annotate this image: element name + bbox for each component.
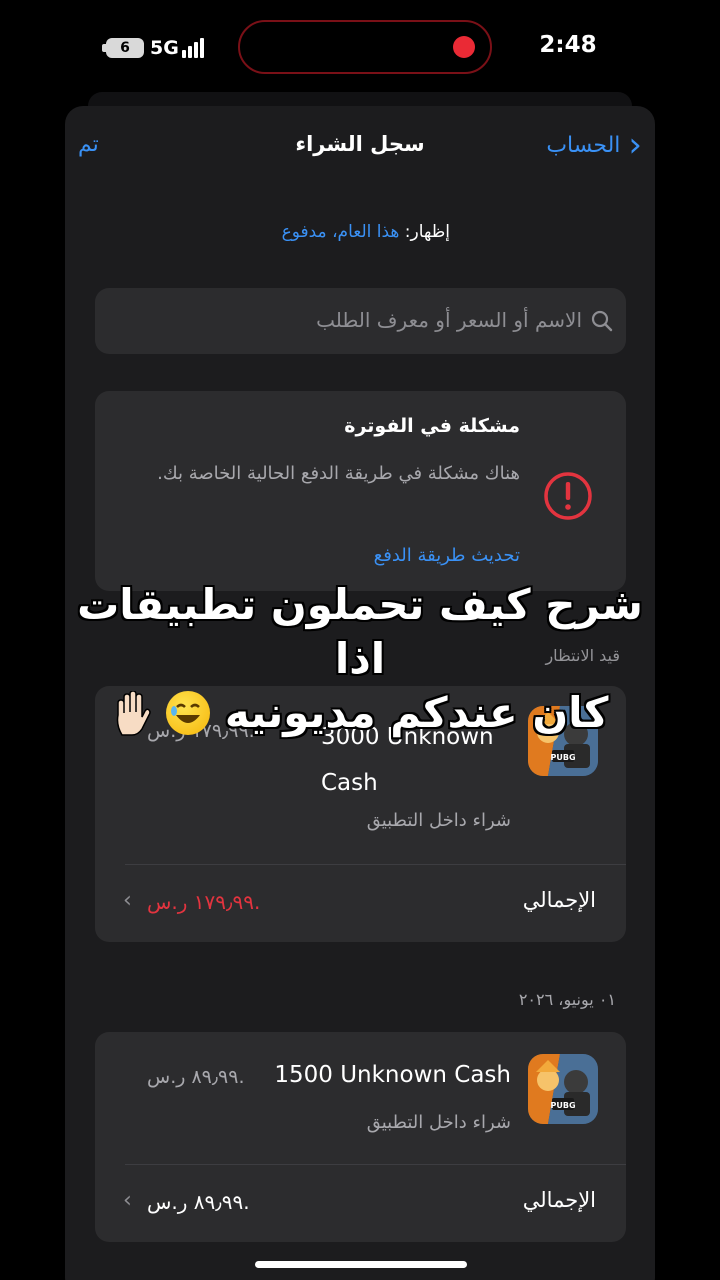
purchase-date: ٠١ يونيو، ٢٠٢٦ — [518, 990, 616, 1009]
purchase-type: شراء داخل التطبيق — [366, 1112, 511, 1133]
recording-indicator-icon — [453, 36, 475, 58]
done-button[interactable]: تم — [78, 132, 99, 157]
filter-label: إظهار: — [399, 222, 450, 242]
home-indicator[interactable] — [255, 1261, 467, 1268]
purchase-title: 1500 Unknown Cash — [274, 1062, 511, 1088]
caption-line-1: شرح كيف تحملون تطبيقات اذا — [77, 580, 643, 683]
total-price: ٨٩٫٩٩ ر.س. — [147, 1190, 250, 1214]
total-price: ١٧٩٫٩٩ ر.س. — [147, 890, 261, 914]
search-field[interactable]: الاسم أو السعر أو معرف الطلب — [95, 288, 626, 354]
svg-text:PUBG: PUBG — [550, 1101, 575, 1110]
network-type: 5G — [150, 37, 179, 59]
status-time: 2:48 — [539, 32, 597, 58]
signal-icon — [182, 38, 212, 58]
purchase-price: ٨٩٫٩٩ ر.س. — [147, 1066, 245, 1088]
pubg-mobile-app-icon: PUBG — [528, 1054, 598, 1124]
account-back-button[interactable]: الحساب › — [546, 128, 642, 162]
chevron-left-icon[interactable]: ‹ — [123, 1188, 132, 1213]
divider — [125, 1164, 626, 1165]
raised-hand-emoji-icon — [116, 691, 151, 736]
filter-value-link[interactable]: هذا العام، مدفوع — [282, 222, 400, 242]
status-bar: 6 5G 2:48 — [0, 0, 720, 96]
divider — [125, 864, 626, 865]
alert-body: هناك مشكلة في طريقة الدفع الحالية الخاصة… — [157, 463, 520, 484]
total-label: الإجمالي — [522, 1188, 596, 1212]
video-caption: شرح كيف تحملون تطبيقات اذا كان عندكم مدي… — [60, 578, 660, 740]
page-title: سجل الشراء — [295, 132, 425, 156]
back-label: الحساب — [546, 132, 621, 158]
svg-text:PUBG: PUBG — [550, 753, 575, 762]
purchase-type: شراء داخل التطبيق — [366, 810, 511, 831]
exclamation-circle-icon — [544, 472, 592, 520]
search-placeholder: الاسم أو السعر أو معرف الطلب — [316, 308, 582, 332]
battery-indicator: 6 — [106, 38, 144, 58]
update-payment-link[interactable]: تحديث طريقة الدفع — [374, 545, 520, 566]
filter-row[interactable]: إظهار: هذا العام، مدفوع — [200, 222, 450, 242]
caption-line-2-row: كان عندكم مديونيه — [60, 686, 660, 740]
chevron-right-icon: › — [628, 125, 642, 165]
rolling-laughing-emoji-icon — [166, 691, 211, 735]
purchase-card[interactable]: PUBG 1500 Unknown Cash شراء داخل التطبيق… — [95, 1032, 626, 1242]
caption-line-2: كان عندكم مديونيه — [224, 688, 609, 737]
billing-problem-card: مشكلة في الفوترة هناك مشكلة في طريقة الد… — [95, 391, 626, 591]
search-icon — [591, 310, 613, 332]
chevron-left-icon[interactable]: ‹ — [123, 888, 132, 913]
total-label: الإجمالي — [522, 888, 596, 912]
alert-title: مشكلة في الفوترة — [344, 415, 520, 437]
